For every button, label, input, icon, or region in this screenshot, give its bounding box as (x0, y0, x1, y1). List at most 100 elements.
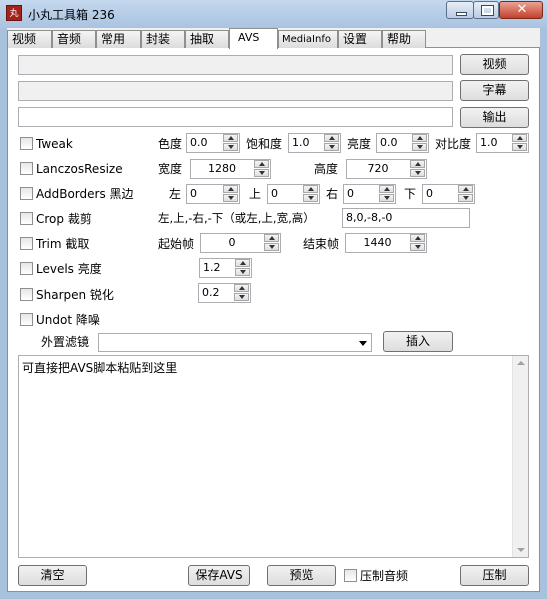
trim-end-label: 结束帧 (303, 237, 340, 251)
crop-checkbox[interactable] (20, 212, 33, 225)
spin-down-icon[interactable] (410, 243, 425, 251)
trim-start-spinner[interactable]: 0 (200, 233, 281, 253)
tab-mediainfo[interactable]: MediaInfo (278, 30, 338, 48)
saturation-spinner[interactable]: 1.0 (288, 133, 341, 153)
spin-up-icon[interactable] (512, 134, 527, 142)
spin-up-icon[interactable] (234, 284, 249, 292)
trim-label: Trim 截取 (36, 237, 90, 251)
maximize-button[interactable] (473, 1, 499, 19)
brightness-spinner[interactable]: 0.0 (376, 133, 429, 153)
spin-up-icon[interactable] (303, 185, 318, 193)
trim-checkbox[interactable] (20, 237, 33, 250)
tweak-label: Tweak (36, 137, 73, 151)
hue-spinner[interactable]: 0.0 (186, 133, 240, 153)
spin-up-icon[interactable] (223, 185, 238, 193)
scroll-down-arrow-icon[interactable] (517, 548, 525, 552)
output-button[interactable]: 输出 (460, 107, 529, 128)
border-bottom-value: 0 (426, 187, 433, 200)
sharpen-spinner[interactable]: 0.2 (198, 283, 251, 303)
spin-down-icon[interactable] (412, 143, 427, 151)
filter-combobox[interactable] (98, 333, 372, 352)
spin-up-icon[interactable] (324, 134, 339, 142)
trim-start-label: 起始帧 (158, 237, 195, 251)
border-left-label: 左 (169, 187, 182, 201)
script-textarea[interactable]: 可直接把AVS脚本粘贴到这里 (18, 355, 529, 558)
contrast-value: 1.0 (480, 136, 498, 149)
compress-audio-checkbox[interactable] (344, 569, 357, 582)
crop-input[interactable]: 8,0,-8,-0 (342, 208, 470, 228)
scroll-up-arrow-icon[interactable] (517, 361, 525, 365)
output-path-field[interactable] (18, 107, 453, 127)
spin-up-icon[interactable] (410, 160, 425, 168)
border-left-spinner[interactable]: 0 (186, 184, 240, 204)
spin-down-icon[interactable] (223, 143, 238, 151)
spin-down-icon[interactable] (234, 293, 249, 301)
brightness-value: 0.0 (380, 136, 398, 149)
tab-video[interactable]: 视频 (7, 30, 52, 48)
spin-up-icon[interactable] (264, 234, 279, 242)
spin-up-icon[interactable] (235, 259, 250, 267)
hue-value: 0.0 (190, 136, 208, 149)
spin-down-icon[interactable] (512, 143, 527, 151)
subtitle-path-field[interactable] (18, 81, 453, 101)
levels-spinner[interactable]: 1.2 (199, 258, 252, 278)
spin-down-icon[interactable] (410, 169, 425, 177)
spin-down-icon[interactable] (254, 169, 269, 177)
minimize-button[interactable] (446, 1, 474, 19)
tweak-checkbox[interactable] (20, 137, 33, 150)
spin-up-icon[interactable] (223, 134, 238, 142)
sharpen-checkbox[interactable] (20, 288, 33, 301)
close-button[interactable]: ✕ (499, 1, 543, 19)
resize-checkbox[interactable] (20, 162, 33, 175)
maximize-icon (481, 5, 494, 16)
trim-end-spinner[interactable]: 1440 (345, 233, 427, 253)
spin-up-icon[interactable] (410, 234, 425, 242)
borders-checkbox[interactable] (20, 187, 33, 200)
video-button[interactable]: 视频 (460, 54, 529, 75)
levels-checkbox[interactable] (20, 262, 33, 275)
app-icon: 丸 (6, 5, 22, 21)
contrast-spinner[interactable]: 1.0 (476, 133, 529, 153)
subtitle-button[interactable]: 字幕 (460, 80, 529, 101)
spin-up-icon[interactable] (379, 185, 394, 193)
spin-down-icon[interactable] (458, 194, 473, 202)
tab-common[interactable]: 常用 (96, 30, 141, 48)
dropdown-arrow-icon[interactable] (359, 341, 367, 346)
spin-down-icon[interactable] (223, 194, 238, 202)
contrast-label: 对比度 (435, 137, 472, 151)
border-bottom-spinner[interactable]: 0 (422, 184, 475, 204)
crop-hint: 左,上,-右,-下（或左,上,宽,高） (158, 211, 315, 225)
spin-down-icon[interactable] (235, 268, 250, 276)
encode-button[interactable]: 压制 (460, 565, 529, 586)
save-avs-button[interactable]: 保存AVS (188, 565, 250, 586)
spin-up-icon[interactable] (412, 134, 427, 142)
border-right-spinner[interactable]: 0 (343, 184, 396, 204)
video-path-field[interactable] (18, 55, 453, 75)
height-spinner[interactable]: 720 (346, 159, 427, 179)
title-bar[interactable]: 丸 小丸工具箱 236 ✕ (0, 0, 547, 28)
trim-start-value: 0 (228, 236, 236, 249)
undot-checkbox[interactable] (20, 313, 33, 326)
tab-mux[interactable]: 封装 (141, 30, 185, 48)
tab-extract[interactable]: 抽取 (185, 30, 229, 48)
tab-audio[interactable]: 音频 (52, 30, 96, 48)
close-icon: ✕ (516, 2, 528, 17)
spin-down-icon[interactable] (264, 243, 279, 251)
tab-help[interactable]: 帮助 (382, 30, 426, 48)
resize-label: LanczosResize (36, 162, 123, 176)
insert-button[interactable]: 插入 (383, 331, 453, 352)
preview-button[interactable]: 预览 (267, 565, 336, 586)
border-top-spinner[interactable]: 0 (267, 184, 320, 204)
tab-avs[interactable]: AVS (229, 28, 278, 49)
spin-up-icon[interactable] (458, 185, 473, 193)
clear-button[interactable]: 清空 (18, 565, 87, 586)
filter-label: 外置滤镜 (41, 335, 90, 349)
spin-down-icon[interactable] (324, 143, 339, 151)
compress-audio-label: 压制音频 (360, 569, 409, 583)
spin-down-icon[interactable] (379, 194, 394, 202)
spin-down-icon[interactable] (303, 194, 318, 202)
width-spinner[interactable]: 1280 (190, 159, 271, 179)
spin-up-icon[interactable] (254, 160, 269, 168)
vertical-scrollbar[interactable] (512, 356, 528, 557)
tab-settings[interactable]: 设置 (338, 30, 382, 48)
